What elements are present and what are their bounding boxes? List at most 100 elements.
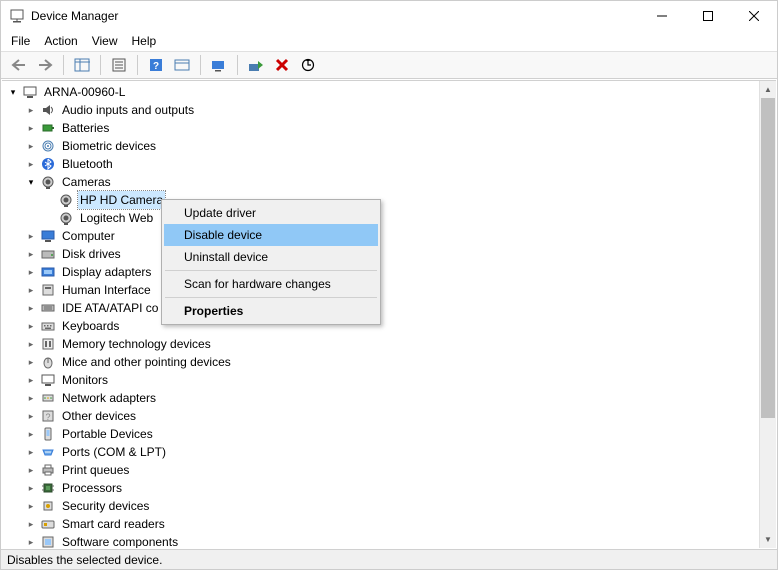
tree-node-label: Other devices [60,407,138,425]
chevron-right-icon[interactable]: ▸ [24,499,38,513]
svg-text:?: ? [153,61,159,72]
chevron-right-icon[interactable]: ▸ [24,427,38,441]
tree-node-network[interactable]: ▸ Network adapters [6,389,759,407]
tree-node-other[interactable]: ▸ ? Other devices [6,407,759,425]
svg-text:?: ? [45,412,50,422]
tree-node-batteries[interactable]: ▸ Batteries [6,119,759,137]
tree-node-label: Biometric devices [60,137,158,155]
tree-node-label: Mice and other pointing devices [60,353,233,371]
ctx-scan-hardware[interactable]: Scan for hardware changes [164,273,378,295]
menu-view[interactable]: View [92,34,118,48]
chevron-right-icon[interactable]: ▸ [24,409,38,423]
scrollbar-thumb[interactable] [761,98,775,418]
scan-hardware-button[interactable] [296,54,320,76]
chevron-down-icon[interactable]: ▾ [24,175,38,189]
memory-icon [40,336,56,352]
action-button[interactable] [170,54,194,76]
tree-node-ide[interactable]: ▸ IDE ATA/ATAPI co [6,299,759,317]
chevron-right-icon[interactable]: ▸ [24,265,38,279]
tree-node-disk[interactable]: ▸ Disk drives [6,245,759,263]
forward-button[interactable] [33,54,57,76]
chevron-right-icon[interactable]: ▸ [24,319,38,333]
tree-node-bluetooth[interactable]: ▸ Bluetooth [6,155,759,173]
tree-node-label: Keyboards [60,317,121,335]
fingerprint-icon [40,138,56,154]
chevron-right-icon[interactable]: ▸ [24,157,38,171]
properties-button[interactable] [107,54,131,76]
port-icon [40,444,56,460]
monitor-icon [40,372,56,388]
update-driver-button[interactable] [207,54,231,76]
chevron-right-icon[interactable]: ▸ [24,391,38,405]
tree-node-hid[interactable]: ▸ Human Interface [6,281,759,299]
chevron-right-icon[interactable]: ▸ [24,481,38,495]
tree-node-hp-camera[interactable]: HP HD Camera [6,191,759,209]
chevron-right-icon[interactable]: ▸ [24,337,38,351]
close-button[interactable] [731,1,777,31]
tree-node-label: Network adapters [60,389,158,407]
show-hide-tree-button[interactable] [70,54,94,76]
chevron-right-icon[interactable]: ▸ [24,373,38,387]
scroll-down-icon[interactable]: ▼ [760,531,776,548]
chevron-down-icon[interactable]: ▾ [6,85,20,99]
tree-node-print[interactable]: ▸ Print queues [6,461,759,479]
chevron-right-icon[interactable]: ▸ [24,247,38,261]
help-button[interactable]: ? [144,54,168,76]
chevron-right-icon[interactable]: ▸ [24,301,38,315]
tree-node-biometric[interactable]: ▸ Biometric devices [6,137,759,155]
enable-device-button[interactable] [244,54,268,76]
tree-node-label: Disk drives [60,245,123,263]
chevron-right-icon[interactable]: ▸ [24,355,38,369]
tree-node-portable[interactable]: ▸ Portable Devices [6,425,759,443]
smartcard-icon [40,516,56,532]
tree-node-processors[interactable]: ▸ Processors [6,479,759,497]
tree-node-cameras[interactable]: ▾ Cameras [6,173,759,191]
keyboard-icon [40,318,56,334]
back-button[interactable] [7,54,31,76]
minimize-button[interactable] [639,1,685,31]
chevron-right-icon[interactable]: ▸ [24,463,38,477]
menu-file[interactable]: File [11,34,30,48]
ctx-update-driver[interactable]: Update driver [164,202,378,224]
maximize-button[interactable] [685,1,731,31]
chevron-right-icon[interactable]: ▸ [24,139,38,153]
tree-node-monitors[interactable]: ▸ Monitors [6,371,759,389]
tree-node-keyboards[interactable]: ▸ Keyboards [6,317,759,335]
bluetooth-icon [40,156,56,172]
tree-node-smartcard[interactable]: ▸ Smart card readers [6,515,759,533]
tree-node-audio[interactable]: ▸ Audio inputs and outputs [6,101,759,119]
tree-node-display[interactable]: ▸ Display adapters [6,263,759,281]
menu-help[interactable]: Help [132,34,157,48]
window-title: Device Manager [31,9,639,23]
context-menu: Update driver Disable device Uninstall d… [161,199,381,325]
menu-action[interactable]: Action [44,34,77,48]
camera-icon [58,210,74,226]
ide-icon [40,300,56,316]
tree-node-softcomp[interactable]: ▸ Software components [6,533,759,548]
chevron-right-icon[interactable]: ▸ [24,121,38,135]
chevron-right-icon[interactable]: ▸ [24,283,38,297]
tree-node-memtech[interactable]: ▸ Memory technology devices [6,335,759,353]
vertical-scrollbar[interactable]: ▲ ▼ [759,81,776,548]
ctx-uninstall-device[interactable]: Uninstall device [164,246,378,268]
scroll-up-icon[interactable]: ▲ [760,81,776,98]
chevron-right-icon[interactable]: ▸ [24,445,38,459]
tree-node-label: Ports (COM & LPT) [60,443,168,461]
chevron-right-icon[interactable]: ▸ [24,103,38,117]
tree-node-label: Bluetooth [60,155,115,173]
chevron-right-icon[interactable]: ▸ [24,517,38,531]
tree-node-mice[interactable]: ▸ Mice and other pointing devices [6,353,759,371]
cpu-icon [40,480,56,496]
chevron-right-icon[interactable]: ▸ [24,535,38,548]
speaker-icon [40,102,56,118]
ctx-properties[interactable]: Properties [164,300,378,322]
tree-root[interactable]: ▾ ARNA-00960-L [6,83,759,101]
uninstall-device-button[interactable] [270,54,294,76]
tree-node-security[interactable]: ▸ Security devices [6,497,759,515]
menu-bar: File Action View Help [1,31,777,51]
chevron-right-icon[interactable]: ▸ [24,229,38,243]
tree-node-logitech-camera[interactable]: Logitech Web [6,209,759,227]
tree-node-computer[interactable]: ▸ Computer [6,227,759,245]
tree-node-ports[interactable]: ▸ Ports (COM & LPT) [6,443,759,461]
ctx-disable-device[interactable]: Disable device [164,224,378,246]
